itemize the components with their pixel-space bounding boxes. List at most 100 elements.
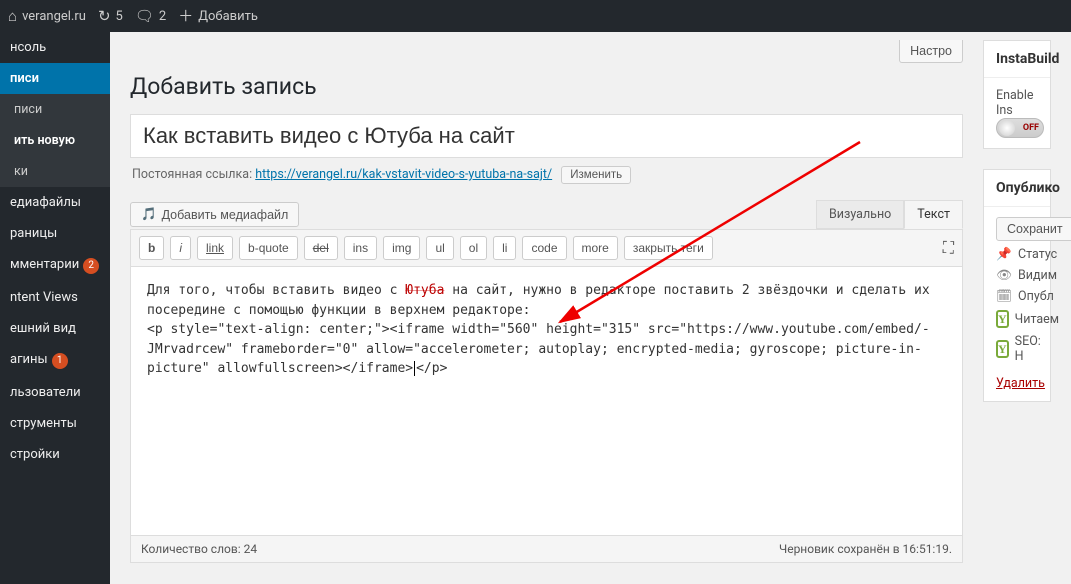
- adminbar-comments-count: 2: [159, 9, 166, 24]
- tab-text[interactable]: Текст: [904, 200, 963, 229]
- permalink-row: Постоянная ссылка: https://verangel.ru/k…: [132, 166, 961, 184]
- autosave-status: Черновик сохранён в 16:51:19.: [779, 542, 952, 556]
- qt-ol[interactable]: ol: [460, 236, 487, 260]
- sidebar-item-label: писи: [10, 71, 39, 86]
- qt-label: del: [313, 241, 329, 255]
- qt-bold[interactable]: b: [139, 236, 164, 260]
- save-draft-button[interactable]: Сохранит: [996, 217, 1071, 241]
- word-count: Количество слов: 24: [141, 542, 257, 556]
- sidebar-item-categories[interactable]: ки: [0, 156, 110, 187]
- qt-label: link: [206, 241, 224, 255]
- permalink-label: Постоянная ссылка:: [132, 167, 252, 182]
- page-title: Добавить запись: [130, 73, 963, 100]
- comment-icon: 🗨: [135, 9, 154, 24]
- box-publish-title: Опублико: [984, 170, 1050, 207]
- publish-status-label: Статус: [1018, 247, 1057, 262]
- sidebar-item-settings[interactable]: стройки: [0, 439, 110, 470]
- sidebar-item-label: ешний вид: [10, 321, 76, 336]
- sidebar-item-label: мментарии: [10, 257, 79, 272]
- sidebar-item-appearance[interactable]: ешний вид: [0, 313, 110, 344]
- comments-count-badge: 2: [83, 258, 99, 274]
- screen-options-button[interactable]: Настро: [899, 40, 963, 63]
- plus-icon: ＋: [178, 9, 193, 24]
- move-to-trash-link[interactable]: Удалить: [996, 376, 1045, 391]
- admin-sidebar: нсоль писи писи ить новую ки едиафайлы р…: [0, 32, 110, 584]
- sidebar-item-label: ить новую: [14, 133, 75, 148]
- home-icon: ⌂: [8, 9, 17, 24]
- qt-close-tags[interactable]: закрыть теги: [624, 236, 713, 260]
- screen-options-row: Настро: [130, 40, 963, 63]
- qt-ul[interactable]: ul: [426, 236, 453, 260]
- instabuilder-toggle[interactable]: OFF: [996, 118, 1044, 138]
- sidebar-item-tools[interactable]: струменты: [0, 408, 110, 439]
- calendar-icon: 🗓: [996, 289, 1012, 304]
- sidebar-item-label: едиафайлы: [10, 195, 81, 210]
- sidebar-item-pages[interactable]: раницы: [0, 218, 110, 249]
- adminbar-add-label: Добавить: [198, 9, 258, 24]
- sidebar-item-add-new[interactable]: ить новую: [0, 125, 110, 156]
- sidebar-item-label: ntent Views: [10, 290, 78, 305]
- sidebar-item-label: стройки: [10, 447, 60, 462]
- sidebar-item-label: ки: [14, 164, 28, 179]
- qt-italic[interactable]: i: [170, 236, 191, 260]
- yoast-icon: Y: [996, 310, 1009, 328]
- sidebar-item-media[interactable]: едиафайлы: [0, 187, 110, 218]
- sidebar-item-users[interactable]: льзователи: [0, 377, 110, 408]
- qt-code[interactable]: code: [522, 236, 566, 260]
- qt-del[interactable]: del: [304, 236, 338, 260]
- add-media-label: Добавить медиафайл: [162, 208, 289, 222]
- sidebar-item-comments[interactable]: мментарии 2: [0, 249, 110, 282]
- fullscreen-icon[interactable]: ⛶: [943, 238, 954, 258]
- toggle-state-label: OFF: [1023, 123, 1039, 133]
- qt-more[interactable]: more: [573, 236, 618, 260]
- sidebar-item-label: нсоль: [10, 40, 46, 55]
- sidebar-item-label: струменты: [10, 416, 77, 431]
- adminbar-updates-count: 5: [116, 9, 123, 24]
- qt-ins[interactable]: ins: [344, 236, 377, 260]
- sidebar-item-label: писи: [14, 102, 42, 117]
- qt-li[interactable]: li: [493, 236, 516, 260]
- yoast-icon: Y: [996, 340, 1009, 358]
- box-publish: Опублико Сохранит 📌Статус 👁Видим 🗓Опубл …: [983, 169, 1051, 402]
- sidebar-item-dashboard[interactable]: нсоль: [0, 32, 110, 63]
- camera-icon: 🎵: [141, 207, 157, 222]
- adminbar-updates[interactable]: ↻ 5: [98, 9, 123, 24]
- sidebar-item-posts[interactable]: писи: [0, 63, 110, 94]
- pin-icon: 📌: [996, 247, 1012, 262]
- permalink-edit-button[interactable]: Изменить: [561, 166, 631, 184]
- publish-visibility-label: Видим: [1018, 268, 1057, 283]
- editor-footer: Количество слов: 24 Черновик сохранён в …: [130, 536, 963, 563]
- adminbar-comments[interactable]: 🗨 2: [135, 9, 166, 24]
- sidebar-item-label: раницы: [10, 226, 57, 241]
- post-title-input[interactable]: [130, 114, 963, 158]
- qt-img[interactable]: img: [383, 236, 420, 260]
- permalink-url[interactable]: https://verangel.ru/kak-vstavit-video-s-…: [255, 167, 552, 182]
- add-media-button[interactable]: 🎵 Добавить медиафайл: [130, 202, 299, 227]
- tab-visual[interactable]: Визуально: [816, 200, 904, 229]
- eye-icon: 👁: [996, 268, 1012, 283]
- plugins-count-badge: 1: [52, 353, 68, 369]
- qt-label: i: [179, 241, 182, 255]
- qt-link[interactable]: link: [197, 236, 233, 260]
- sidebar-item-all-posts[interactable]: писи: [0, 94, 110, 125]
- refresh-icon: ↻: [98, 9, 111, 24]
- adminbar-site-label: verangel.ru: [22, 9, 86, 24]
- yoast-readability-label: Читаем: [1015, 312, 1059, 327]
- qt-label: b: [148, 241, 155, 255]
- sidebar-submenu-posts: писи ить новую ки: [0, 94, 110, 187]
- adminbar-add-new[interactable]: ＋ Добавить: [178, 9, 258, 24]
- qt-bquote[interactable]: b-quote: [239, 236, 298, 260]
- quicktags-toolbar: b i link b-quote del ins img ul ol li co…: [130, 229, 963, 266]
- sidebar-item-plugins[interactable]: агины 1: [0, 344, 110, 377]
- sidebar-item-label: льзователи: [10, 385, 81, 400]
- box-instabuilder: InstaBuild Enable Ins OFF: [983, 40, 1051, 149]
- adminbar-site[interactable]: ⌂ verangel.ru: [8, 9, 86, 24]
- content-area: Настро Добавить запись Постоянная ссылка…: [110, 32, 1071, 584]
- editor-tabs: Визуально Текст: [816, 200, 963, 229]
- post-content-editor[interactable]: Для того, чтобы вставить видео с Ютуба н…: [130, 266, 963, 536]
- sidebar-item-label: агины: [10, 352, 48, 367]
- yoast-seo-label: SEO: Н: [1015, 334, 1041, 364]
- box-instabuilder-title: InstaBuild: [984, 41, 1050, 78]
- admin-bar: ⌂ verangel.ru ↻ 5 🗨 2 ＋ Добавить: [0, 0, 1071, 32]
- sidebar-item-content-views[interactable]: ntent Views: [0, 282, 110, 313]
